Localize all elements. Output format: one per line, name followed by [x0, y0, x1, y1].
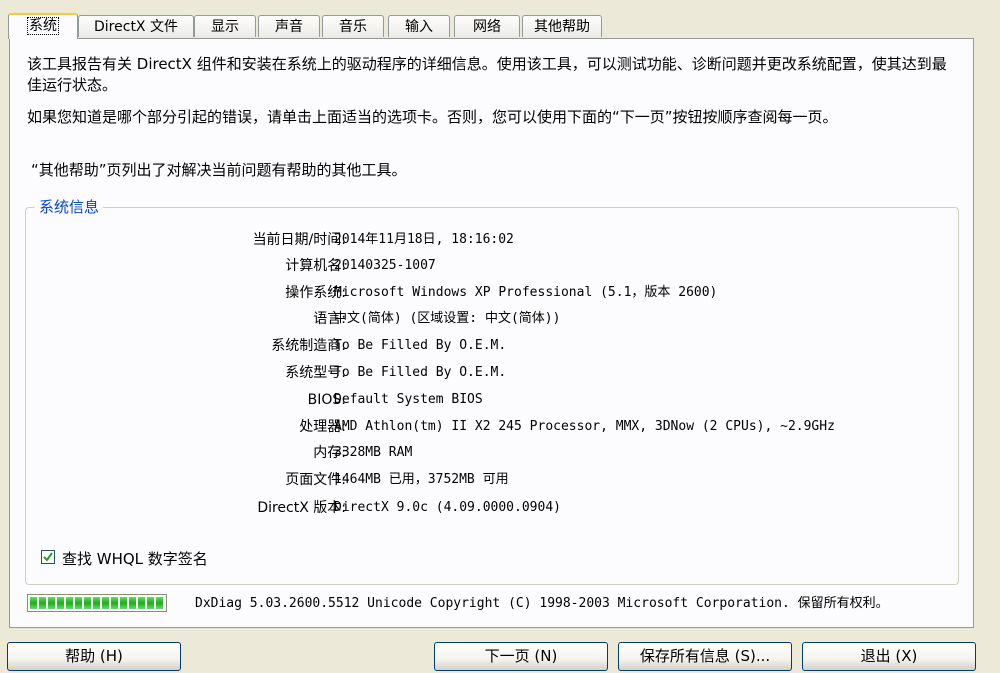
progress-segment: [129, 597, 136, 609]
intro-paragraph: 该工具报告有关 DirectX 组件和安装在系统上的驱动程序的详细信息。使用该工…: [27, 55, 947, 94]
tab-sound[interactable]: 声音: [258, 15, 320, 37]
info-value: 1464MB 已用，3752MB 可用: [334, 472, 509, 487]
next-page-button[interactable]: 下一页 (N): [434, 642, 608, 671]
info-value: 20140325-1007: [334, 258, 436, 273]
more-help-note: “其他帮助”页列出了对解决当前问题有帮助的其他工具。: [31, 161, 407, 179]
tab-music[interactable]: 音乐: [322, 15, 384, 37]
progress-segment: [93, 597, 100, 609]
progress-segment: [66, 597, 73, 609]
exit-button[interactable]: 退出 (X): [802, 642, 976, 671]
info-value: 中文(简体) (区域设置: 中文(简体)): [334, 311, 561, 326]
tab-directx-files[interactable]: DirectX 文件: [78, 15, 194, 37]
info-value: DirectX 9.0c (4.09.0000.0904): [334, 500, 561, 515]
progress-fill: [30, 597, 164, 609]
tab-system[interactable]: 系统: [8, 13, 78, 39]
progress-segment: [156, 597, 163, 609]
info-row-memory: 内存: 3328MB RAM: [26, 441, 956, 465]
info-row-model: 系统型号: To Be Filled By O.E.M.: [26, 361, 956, 385]
progress-segment: [111, 597, 118, 609]
progress-segment: [30, 597, 37, 609]
info-row-directx-version: DirectX 版本: DirectX 9.0c (4.09.0000.0904…: [26, 496, 956, 520]
progress-segment: [84, 597, 91, 609]
progress-segment: [48, 597, 55, 609]
info-value: Microsoft Windows XP Professional (5.1，版…: [334, 285, 718, 300]
system-info-title: 系统信息: [35, 197, 104, 217]
info-row-bios: BIOS: Default System BIOS: [26, 388, 956, 412]
info-value: 2014年11月18日, 18:16:02: [334, 232, 514, 247]
progress-segment: [39, 597, 46, 609]
info-label: 当前日期/时间:: [252, 232, 346, 248]
system-info-group: 系统信息 当前日期/时间: 2014年11月18日, 18:16:02 计算机名…: [25, 197, 959, 585]
tab-network[interactable]: 网络: [454, 15, 520, 37]
tab-more-help[interactable]: 其他帮助: [522, 15, 602, 37]
info-row-processor: 处理器: AMD Athlon(tm) II X2 245 Processor,…: [26, 415, 956, 439]
progress-segment: [75, 597, 82, 609]
progress-segment: [57, 597, 64, 609]
info-row-manufacturer: 系统制造商: To Be Filled By O.E.M.: [26, 334, 956, 358]
tab-instructions: 如果您知道是哪个部分引起的错误，请单击上面适当的选项卡。否则，您可以使用下面的“…: [27, 108, 838, 126]
copyright-status: DxDiag 5.03.2600.5512 Unicode Copyright …: [195, 596, 889, 611]
info-row-os: 操作系统: Microsoft Windows XP Professional …: [26, 281, 956, 305]
checkmark-icon: [43, 552, 53, 562]
progress-bar: [27, 594, 167, 612]
save-all-info-button[interactable]: 保存所有信息 (S)...: [618, 642, 792, 671]
progress-segment: [102, 597, 109, 609]
info-row-datetime: 当前日期/时间: 2014年11月18日, 18:16:02: [26, 228, 956, 252]
progress-segment: [147, 597, 154, 609]
help-button[interactable]: 帮助 (H): [7, 642, 181, 671]
tab-input[interactable]: 输入: [388, 15, 450, 37]
info-value: To Be Filled By O.E.M.: [334, 365, 507, 380]
info-label: DirectX 版本:: [257, 500, 346, 516]
info-row-computer-name: 计算机名: 20140325-1007: [26, 254, 956, 278]
system-tab-panel: 该工具报告有关 DirectX 组件和安装在系统上的驱动程序的详细信息。使用该工…: [9, 38, 974, 628]
progress-segment: [138, 597, 145, 609]
whql-checkbox[interactable]: [41, 550, 55, 564]
info-value: To Be Filled By O.E.M.: [334, 338, 507, 353]
info-value: 3328MB RAM: [334, 445, 413, 460]
info-value: Default System BIOS: [334, 392, 483, 407]
info-row-language: 语言: 中文(简体) (区域设置: 中文(简体)): [26, 307, 956, 331]
whql-checkbox-label: 查找 WHQL 数字签名: [62, 550, 208, 568]
tab-display[interactable]: 显示: [194, 15, 256, 37]
info-row-pagefile: 页面文件: 1464MB 已用，3752MB 可用: [26, 468, 956, 492]
info-value: AMD Athlon(tm) II X2 245 Processor, MMX,…: [334, 419, 835, 434]
progress-segment: [120, 597, 127, 609]
